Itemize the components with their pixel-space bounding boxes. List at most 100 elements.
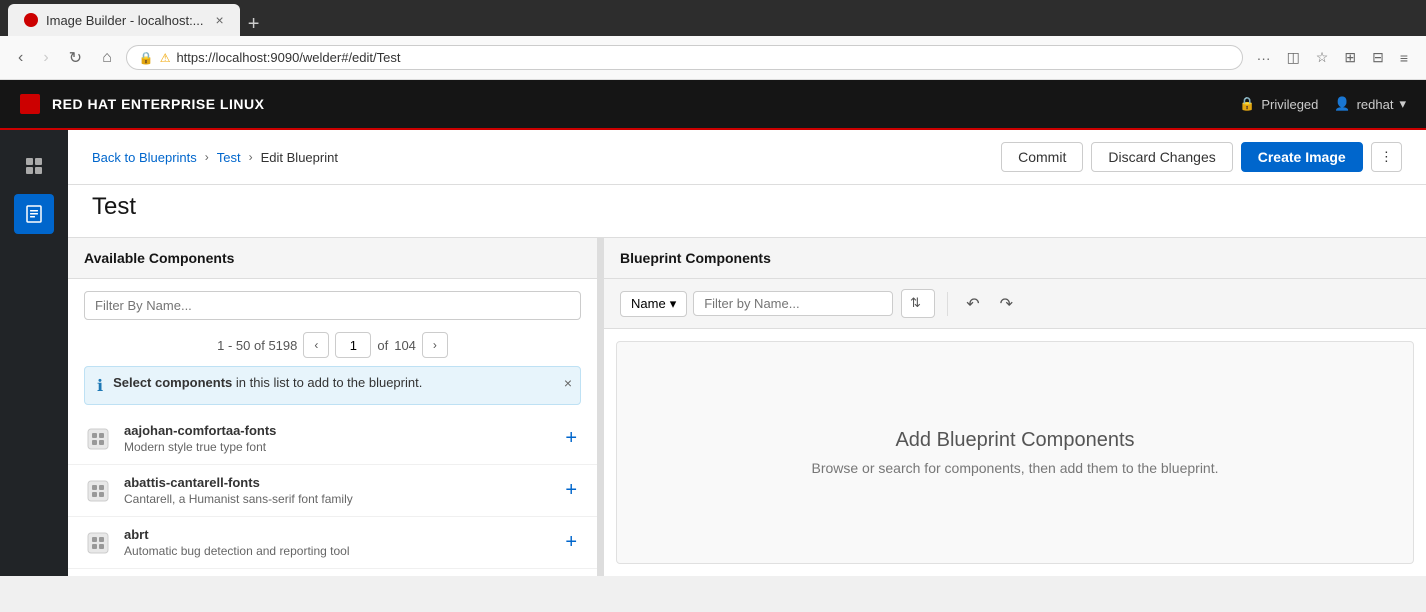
browser-nav: ‹ › ↻ ⌂ 🔒 ⚠ https://localhost:9090/welde… <box>0 36 1426 80</box>
create-image-button[interactable]: Create Image <box>1241 142 1363 172</box>
sort-button[interactable]: ⇅ <box>901 289 935 318</box>
user-menu[interactable]: 👤 redhat ▾ <box>1334 96 1406 112</box>
pagination-next-button[interactable]: › <box>422 332 448 358</box>
component-icon <box>84 529 112 557</box>
page-title-section: Test <box>68 185 1426 238</box>
privileged-indicator: 🔒 Privileged <box>1239 96 1318 112</box>
pagination-prev-button[interactable]: ‹ <box>303 332 329 358</box>
breadcrumb-current: Edit Blueprint <box>261 150 338 165</box>
info-banner: ℹ Select components in this list to add … <box>84 366 581 405</box>
bookmark-button[interactable]: ☆ <box>1310 45 1335 70</box>
available-panel: Available Components 1 - 50 of 5198 <box>68 238 598 576</box>
breadcrumb: Back to Blueprints › Test › Edit Bluepri… <box>92 150 338 165</box>
tab-title: Image Builder - localhost:... <box>46 13 204 28</box>
navbar-left: RED HAT ENTERPRISE LINUX <box>20 94 264 114</box>
pagination-total-pages: 104 <box>394 338 416 353</box>
breadcrumb-back-link[interactable]: Back to Blueprints <box>92 150 197 165</box>
available-panel-title: Available Components <box>84 250 234 266</box>
more-actions-button[interactable]: ⋮ <box>1371 142 1402 172</box>
library-button[interactable]: ⊞ <box>1338 45 1362 70</box>
add-component-button[interactable]: + <box>561 423 581 454</box>
components-area: Available Components 1 - 50 of 5198 <box>68 238 1426 576</box>
discard-changes-button[interactable]: Discard Changes <box>1091 142 1232 172</box>
name-filter: Name ▾ <box>620 291 893 317</box>
info-icon: ℹ <box>97 376 103 396</box>
sidebar-toggle-button[interactable]: ⊟ <box>1366 45 1390 70</box>
main-content: Back to Blueprints › Test › Edit Bluepri… <box>68 130 1426 576</box>
name-dropdown[interactable]: Name ▾ <box>620 291 687 317</box>
component-desc: Cantarell, a Humanist sans-serif font fa… <box>124 492 549 506</box>
add-component-button[interactable]: + <box>561 475 581 506</box>
page-header: Back to Blueprints › Test › Edit Bluepri… <box>68 130 1426 185</box>
commit-button[interactable]: Commit <box>1001 142 1083 172</box>
list-item: abrt-addon-ccpp abrt's C/C++ addon + <box>68 569 597 576</box>
user-icon: 👤 <box>1334 96 1350 112</box>
component-desc: Modern style true type font <box>124 440 549 454</box>
breadcrumb-test-link[interactable]: Test <box>217 150 241 165</box>
app-logo <box>20 94 40 114</box>
nav-more-button[interactable]: ··· <box>1251 46 1277 70</box>
page-title: Test <box>92 193 1402 221</box>
available-filter-input[interactable] <box>84 291 581 320</box>
app-name: RED HAT ENTERPRISE LINUX <box>52 96 264 112</box>
component-list: aajohan-comfortaa-fonts Modern style tru… <box>68 413 597 576</box>
nav-tools: ··· ◫ ☆ ⊞ ⊟ ≡ <box>1251 45 1414 70</box>
lock-nav-icon: 🔒 <box>1239 96 1255 112</box>
name-dropdown-chevron: ▾ <box>670 296 677 312</box>
blueprint-panel-title: Blueprint Components <box>620 250 771 266</box>
user-dropdown-icon: ▾ <box>1399 96 1406 112</box>
toolbar-separator <box>947 292 948 316</box>
privileged-label: Privileged <box>1261 97 1318 112</box>
empty-state-title: Add Blueprint Components <box>895 429 1134 452</box>
list-item: abrt Automatic bug detection and reporti… <box>68 517 597 569</box>
pagination-range: 1 - 50 of 5198 <box>217 338 297 353</box>
home-button[interactable]: ⌂ <box>96 45 118 71</box>
menu-button[interactable]: ≡ <box>1394 46 1414 70</box>
available-panel-header: Available Components <box>68 238 597 279</box>
info-banner-text: Select components in this list to add to… <box>113 375 568 390</box>
main-layout: Back to Blueprints › Test › Edit Bluepri… <box>0 130 1426 576</box>
user-label: redhat <box>1357 97 1394 112</box>
component-icon <box>84 425 112 453</box>
component-icon <box>84 477 112 505</box>
name-dropdown-label: Name <box>631 296 666 311</box>
blueprint-panel-header: Blueprint Components <box>604 238 1426 279</box>
navbar-right: 🔒 Privileged 👤 redhat ▾ <box>1239 96 1406 112</box>
component-info: aajohan-comfortaa-fonts Modern style tru… <box>124 423 549 454</box>
list-item: aajohan-comfortaa-fonts Modern style tru… <box>68 413 597 465</box>
blueprint-panel: Blueprint Components Name ▾ ⇅ <box>604 238 1426 576</box>
redo-button[interactable]: ↷ <box>994 290 1019 318</box>
info-banner-close-button[interactable]: × <box>564 375 572 391</box>
empty-state-desc: Browse or search for components, then ad… <box>811 460 1218 476</box>
refresh-button[interactable]: ↻ <box>63 44 88 72</box>
svg-text:⇅: ⇅ <box>910 295 921 310</box>
browser-tab[interactable]: Image Builder - localhost:... × <box>8 4 240 36</box>
forward-button[interactable]: › <box>37 45 54 71</box>
component-name: abattis-cantarell-fonts <box>124 475 549 490</box>
blueprint-filter-input[interactable] <box>693 291 893 316</box>
breadcrumb-sep2: › <box>249 150 253 164</box>
back-button[interactable]: ‹ <box>12 45 29 71</box>
tab-close-button[interactable]: × <box>216 12 224 28</box>
warning-icon: ⚠ <box>160 51 171 65</box>
address-bar[interactable]: 🔒 ⚠ https://localhost:9090/welder#/edit/… <box>126 45 1243 70</box>
app: RED HAT ENTERPRISE LINUX 🔒 Privileged 👤 … <box>0 80 1426 576</box>
sidebar <box>0 130 68 576</box>
top-navbar: RED HAT ENTERPRISE LINUX 🔒 Privileged 👤 … <box>0 80 1426 130</box>
address-url: https://localhost:9090/welder#/edit/Test <box>176 50 400 65</box>
pocket-button[interactable]: ◫ <box>1281 45 1306 70</box>
list-item: abattis-cantarell-fonts Cantarell, a Hum… <box>68 465 597 517</box>
component-info: abattis-cantarell-fonts Cantarell, a Hum… <box>124 475 549 506</box>
sidebar-item-dashboard[interactable] <box>14 146 54 186</box>
undo-button[interactable]: ↶ <box>960 290 985 318</box>
add-component-button[interactable]: + <box>561 527 581 558</box>
blueprint-empty-state: Add Blueprint Components Browse or searc… <box>616 341 1414 564</box>
browser-tab-bar: Image Builder - localhost:... × + <box>0 0 1426 36</box>
page-number-input[interactable] <box>335 332 371 358</box>
component-name: abrt <box>124 527 549 542</box>
component-name: aajohan-comfortaa-fonts <box>124 423 549 438</box>
sidebar-item-blueprints[interactable] <box>14 194 54 234</box>
pagination-of: of <box>377 338 388 353</box>
new-tab-button[interactable]: + <box>240 13 268 36</box>
pagination-row: 1 - 50 of 5198 ‹ of 104 › <box>68 328 597 366</box>
